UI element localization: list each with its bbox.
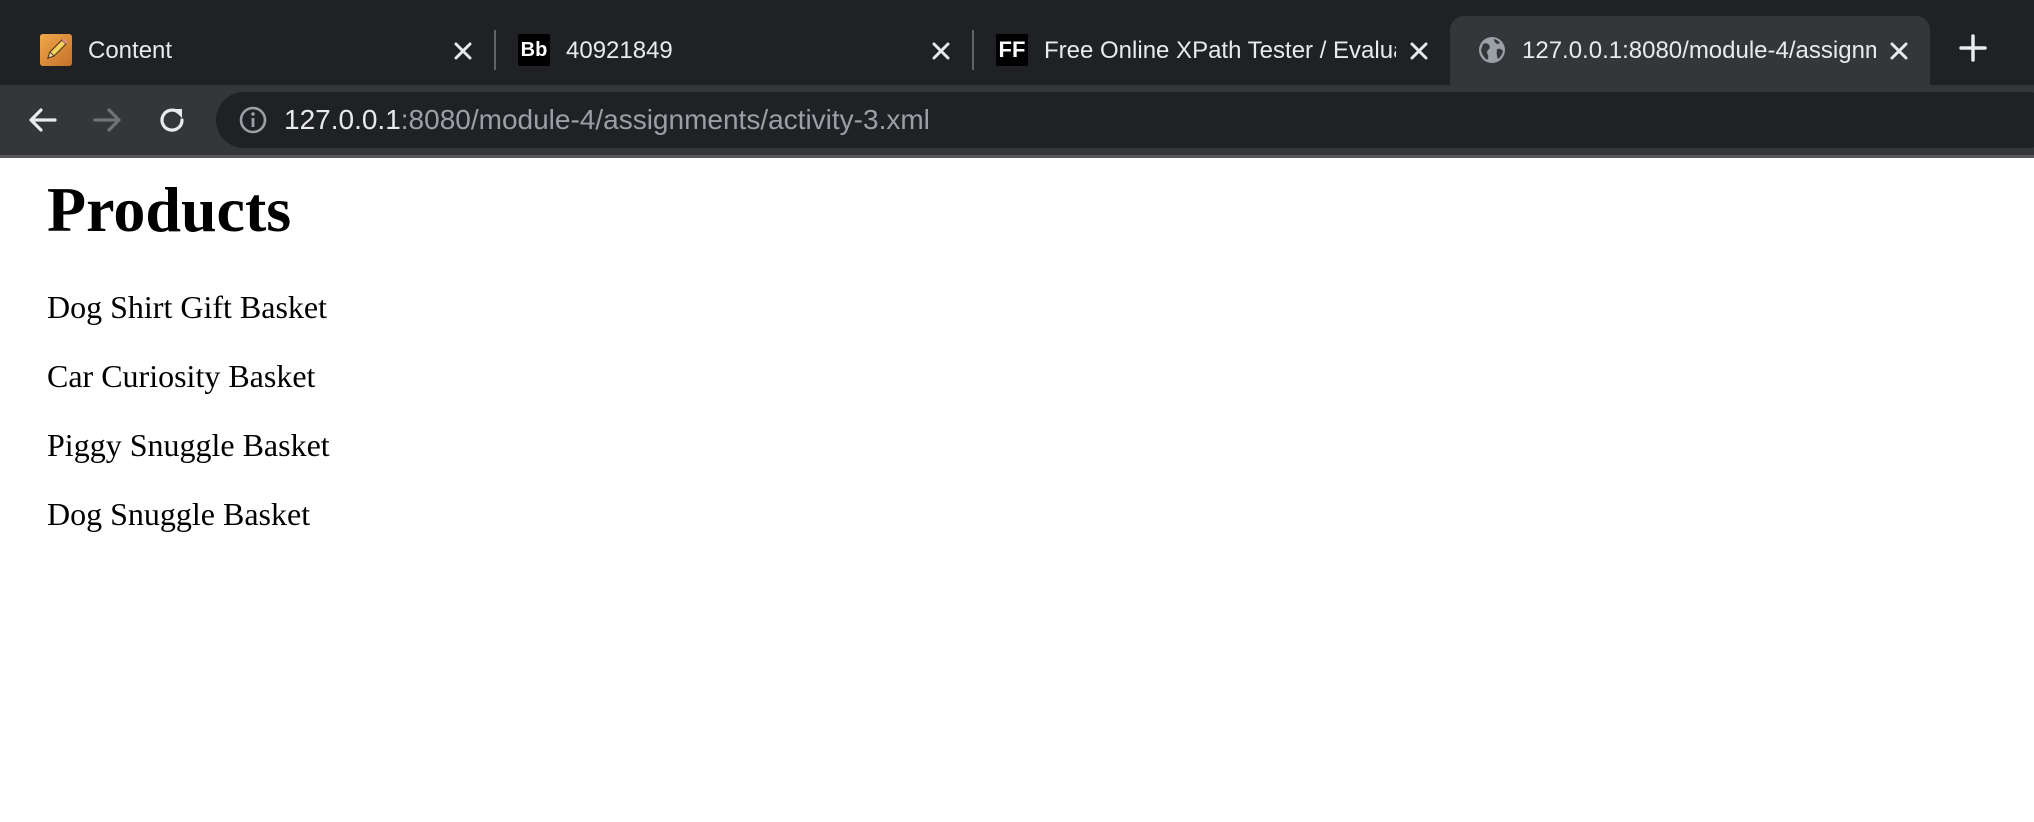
tab-strip: Content Bb 40921849 FF Free Online XPath… bbox=[0, 0, 2034, 85]
tab-title: 127.0.0.1:8080/module-4/assignments/acti… bbox=[1522, 37, 1876, 64]
address-url[interactable]: 127.0.0.1:8080/module-4/assignments/acti… bbox=[284, 92, 930, 148]
new-tab-button[interactable] bbox=[1957, 32, 1989, 64]
close-icon[interactable] bbox=[1886, 38, 1912, 64]
forward-button[interactable] bbox=[88, 101, 126, 139]
freeformatter-icon: FF bbox=[996, 34, 1028, 66]
product-item: Dog Shirt Gift Basket bbox=[47, 289, 327, 325]
tab-content[interactable]: Content bbox=[0, 16, 490, 85]
browser-toolbar: 127.0.0.1:8080/module-4/assignments/acti… bbox=[0, 85, 2034, 155]
back-button[interactable] bbox=[24, 101, 62, 139]
address-bar[interactable]: 127.0.0.1:8080/module-4/assignments/acti… bbox=[216, 92, 2034, 148]
blackboard-icon: Bb bbox=[518, 34, 550, 66]
info-icon[interactable] bbox=[238, 105, 268, 135]
tab-title: 40921849 bbox=[566, 37, 673, 64]
product-item: Dog Snuggle Basket bbox=[47, 496, 311, 532]
url-path: :8080/module-4/assignments/activity-3.xm… bbox=[400, 104, 930, 135]
page-content: Products Dog Shirt Gift Basket Car Curio… bbox=[0, 158, 2034, 822]
tab-xpath-tester[interactable]: FF Free Online XPath Tester / Evaluator bbox=[956, 16, 1446, 85]
tab-activity-3[interactable]: 127.0.0.1:8080/module-4/assignments/acti… bbox=[1450, 16, 1930, 85]
globe-icon bbox=[1476, 34, 1508, 66]
close-icon[interactable] bbox=[450, 38, 476, 64]
url-host: 127.0.0.1 bbox=[284, 104, 401, 135]
pencil-icon bbox=[40, 34, 72, 66]
close-icon[interactable] bbox=[1406, 38, 1432, 64]
close-icon[interactable] bbox=[928, 38, 954, 64]
page-title: Products bbox=[47, 174, 292, 245]
product-item: Piggy Snuggle Basket bbox=[47, 427, 330, 463]
tab-title: Free Online XPath Tester / Evaluator bbox=[1044, 37, 1396, 64]
tab-bb[interactable]: Bb 40921849 bbox=[478, 16, 968, 85]
product-item: Car Curiosity Basket bbox=[47, 358, 316, 394]
reload-button[interactable] bbox=[153, 101, 191, 139]
tab-title: Content bbox=[88, 37, 173, 64]
